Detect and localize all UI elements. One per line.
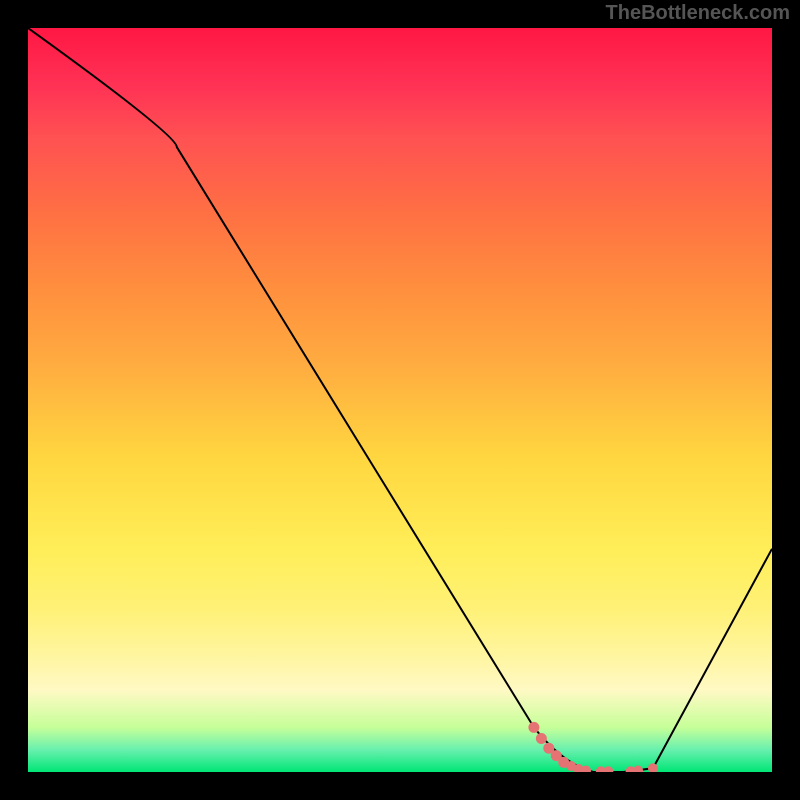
optimal-marker-dot [633, 766, 643, 772]
optimal-marker-dot [528, 722, 539, 733]
watermark-text: TheBottleneck.com [606, 2, 790, 25]
optimal-marker-dot [648, 763, 658, 772]
optimal-marker-dot [536, 733, 547, 744]
bottleneck-curve-line [28, 28, 772, 772]
optimal-marker-dot [603, 766, 613, 772]
chart-svg [28, 28, 772, 772]
chart-plot-area [28, 28, 772, 772]
optimal-markers-group [528, 722, 658, 772]
